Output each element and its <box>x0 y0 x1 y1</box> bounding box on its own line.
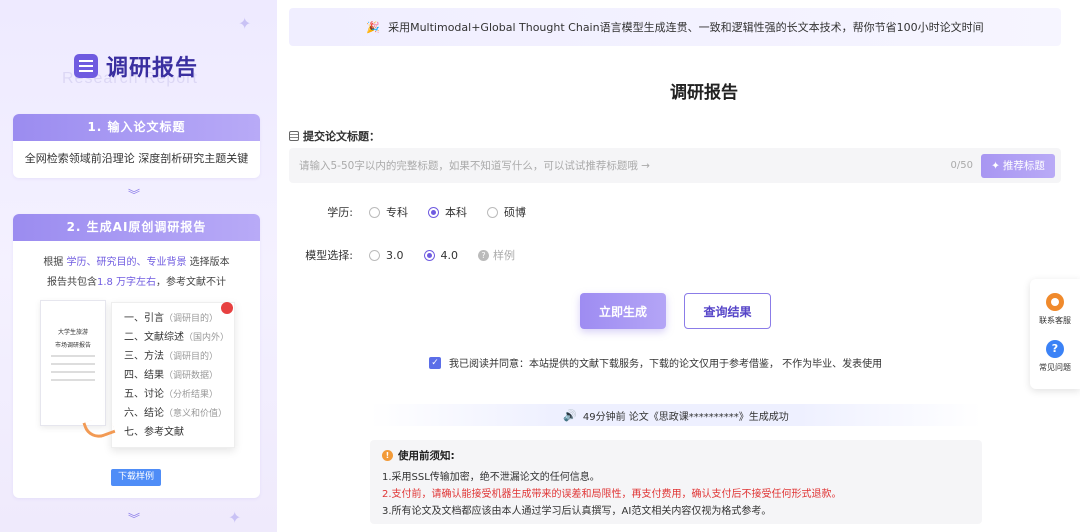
outline-card: 一、引言（调研目的） 二、文献综述（国内外） 三、方法（调研目的） 四、结果（调… <box>111 302 235 448</box>
top-banner: 🎉 采用Multimodal+Global Thought Chain语言模型生… <box>289 8 1061 46</box>
agreement-checkbox[interactable]: ✓ <box>429 356 441 369</box>
query-result-button[interactable]: 查询结果 <box>684 293 771 329</box>
question-icon: ? <box>478 249 489 261</box>
download-sample-button[interactable]: 下载样例 <box>111 469 161 486</box>
education-row: 学历: 专科 本科 硕博 <box>289 204 546 220</box>
tips-title: ! 使用前须知: <box>382 448 970 463</box>
step-1-title: 1. 输入论文标题 <box>13 114 260 141</box>
recommend-title-button[interactable]: ✦ 推荐标题 <box>981 153 1055 178</box>
education-option-graduate[interactable]: 硕博 <box>487 204 526 220</box>
outline-item: 六、结论（意义和价值） <box>124 408 228 419</box>
model-option-3[interactable]: 3.0 <box>369 249 404 262</box>
party-icon: 🎉 <box>366 20 381 34</box>
step-2-desc: 根据 学历、研究目的、专业背景 选择版本 <box>43 257 230 268</box>
chevron-down-icon: ︾ <box>128 512 141 526</box>
generate-button[interactable]: 立即生成 <box>580 293 666 329</box>
tip-line-warning: 2.支付前，请确认能接受机器生成带来的误差和局限性，再支付费用，确认支付后不接受… <box>382 489 842 500</box>
outline-item: 四、结果（调研数据） <box>124 370 219 381</box>
warning-icon: ! <box>382 450 393 461</box>
outline-item: 三、方法（调研目的） <box>124 351 219 362</box>
sample-paper-image: 大学生旅游 市场调研报告 <box>40 300 106 426</box>
checklist-icon <box>74 54 98 78</box>
sparkle-icon: ✦ <box>238 14 252 33</box>
paper-title-2: 市场调研报告 <box>54 342 91 349</box>
tips-box: ! 使用前须知: 1.采用SSL传输加密，绝不泄漏论文的任何信息。 2.支付前，… <box>370 440 982 524</box>
brand: 调研报告 <box>74 50 198 82</box>
step-2-desc-2: 报告共包含1.8 万字左右，参考文献不计 <box>46 277 227 288</box>
sample-link[interactable]: ? 样例 <box>478 247 515 263</box>
tip-line: 3.所有论文及文档都应该由本人通过学习后认真撰写，AI范文相关内容仅视为格式参考… <box>382 506 772 517</box>
step-1-card: 1. 输入论文标题 全网检索领域前沿理论 深度剖析研究主题关键 <box>13 114 260 178</box>
speaker-icon: 🔊 <box>563 408 577 422</box>
education-label: 学历: <box>327 206 353 219</box>
outline-item: 一、引言（调研目的） <box>124 313 219 324</box>
question-icon: ? <box>1046 340 1064 358</box>
brand-title: 调研报告 <box>106 56 199 81</box>
step-2-title: 2. 生成AI原创调研报告 <box>13 214 260 241</box>
title-section-label: 提交论文标题： <box>289 128 380 144</box>
title-input-box: 0/50 ✦ 推荐标题 <box>289 148 1061 183</box>
sparkle-icon: ✦ <box>991 159 1000 172</box>
model-row: 模型选择: 3.0 4.0 ? 样例 <box>289 247 515 263</box>
agreement-text: 我已阅读并同意：本站提供的文献下载服务，下载的论文仅用于参考借鉴， 不作为毕业、… <box>449 359 883 370</box>
notice-bar: 🔊 49分钟前 论文《思政课**********》生成成功 <box>370 404 982 426</box>
step-1-desc: 全网检索领域前沿理论 深度剖析研究主题关键 <box>24 152 249 165</box>
model-option-4[interactable]: 4.0 <box>423 249 458 262</box>
sparkle-icon: ✦ <box>228 508 242 527</box>
char-counter: 0/50 <box>950 160 973 171</box>
title-input[interactable] <box>299 159 951 172</box>
floating-panel: 联系客服 ? 常见问题 <box>1030 279 1080 389</box>
outline-item: 五、讨论（分析结果） <box>124 389 219 400</box>
tip-line: 1.采用SSL传输加密，绝不泄漏论文的任何信息。 <box>382 472 600 483</box>
sidebar: ✦ ✦ Research Report 调研报告 1. 输入论文标题 全网检索领… <box>0 0 277 532</box>
page-title: 调研报告 <box>670 83 738 103</box>
education-option-bachelor[interactable]: 本科 <box>428 204 467 220</box>
education-option-associate[interactable]: 专科 <box>369 204 408 220</box>
faq-button[interactable]: ? 常见问题 <box>1030 340 1080 373</box>
agreement: ✓ 我已阅读并同意：本站提供的文献下载服务，下载的论文仅用于参考借鉴， 不作为毕… <box>429 355 882 370</box>
outline-item: 七、参考文献 <box>124 427 184 438</box>
pin-icon <box>221 302 233 314</box>
contact-service-button[interactable]: 联系客服 <box>1030 293 1080 326</box>
recommend-label: 推荐标题 <box>1002 160 1045 172</box>
outline-item: 二、文献综述（国内外） <box>124 332 230 343</box>
headset-icon <box>1046 293 1064 311</box>
paper-title: 大学生旅游 <box>57 329 88 336</box>
banner-text: 采用Multimodal+Global Thought Chain语言模型生成连… <box>388 21 984 34</box>
model-label: 模型选择: <box>305 249 353 262</box>
document-icon <box>289 131 299 141</box>
notice-text: 49分钟前 论文《思政课**********》生成成功 <box>582 411 789 423</box>
chevron-down-icon: ︾ <box>128 188 141 202</box>
